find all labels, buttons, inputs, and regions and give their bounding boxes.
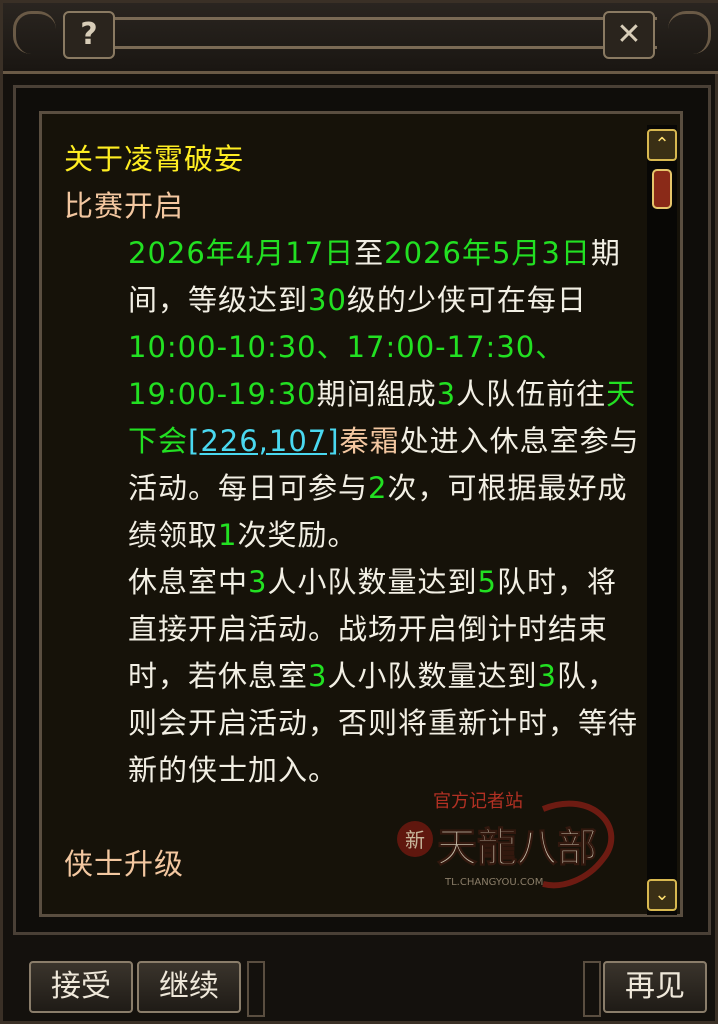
footer-ornament-left	[247, 961, 265, 1017]
scroll-down-icon[interactable]: ⌄	[647, 879, 677, 911]
title-bar-ornament	[67, 17, 657, 49]
content-panel: 关于凌霄破妄 比赛开启 2026年4月17日至2026年5月3日期间，等级达到3…	[39, 111, 683, 917]
scrollbar[interactable]: ⌃ ⌄	[647, 125, 677, 915]
close-icon[interactable]: ✕	[603, 11, 655, 59]
goodbye-button[interactable]: 再见	[603, 961, 707, 1013]
section-heading-start: 比赛开启	[64, 189, 185, 223]
section-heading-upgrade: 侠士升级	[64, 847, 185, 881]
scroll-thumb[interactable]	[652, 169, 672, 209]
title-bar: ? ✕	[3, 3, 718, 74]
help-icon[interactable]: ?	[63, 11, 115, 59]
footer-ornament-right	[583, 961, 601, 1017]
dialog-window: ? ✕ 关于凌霄破妄 比赛开启 2026年4月17日至2026年5月3日期间，等…	[0, 0, 718, 1024]
npc-name: 秦霜	[339, 424, 400, 458]
scroll-up-icon[interactable]: ⌃	[647, 129, 677, 161]
paragraph-rules: 休息室中3人小队数量达到5队时，将直接开启活动。战场开启倒计时结束时，若休息室3…	[128, 565, 639, 787]
paragraph-schedule: 2026年4月17日至2026年5月3日期间，等级达到30级的少侠可在每日10:…	[128, 236, 640, 552]
level-requirement: 30	[308, 283, 347, 317]
coordinate-link[interactable]: [226,107]	[188, 424, 340, 458]
start-date: 2026年4月17日	[128, 236, 355, 270]
page-title: 关于凌霄破妄	[64, 142, 245, 176]
corner-ornament-left	[13, 11, 56, 54]
corner-ornament-right	[668, 11, 711, 54]
description-text: 关于凌霄破妄 比赛开启 2026年4月17日至2026年5月3日期间，等级达到3…	[64, 136, 644, 888]
accept-button[interactable]: 接受	[29, 961, 133, 1013]
end-date: 2026年5月3日	[384, 236, 591, 270]
continue-button[interactable]: 继续	[137, 961, 241, 1013]
